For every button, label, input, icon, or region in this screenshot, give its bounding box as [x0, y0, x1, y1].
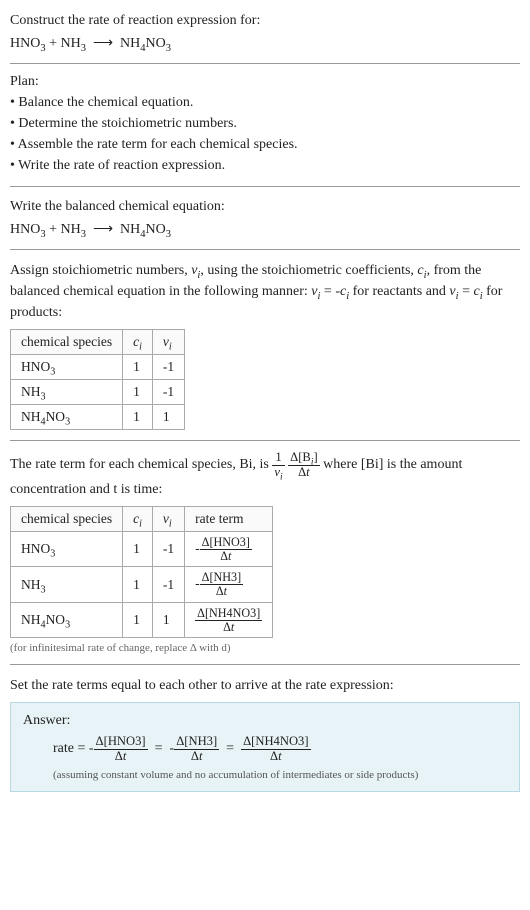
- table-row: HNO3 1 -1 -Δ[HNO3]Δt: [11, 531, 273, 567]
- final-title: Set the rate terms equal to each other t…: [10, 675, 520, 696]
- cell-species: NH4NO3: [11, 602, 123, 638]
- cell-ci: 1: [123, 567, 153, 603]
- cell-vi: -1: [152, 531, 184, 567]
- cell-ci: 1: [123, 380, 153, 405]
- answer-box: Answer: rate = -Δ[HNO3]Δt = -Δ[NH3]Δt = …: [10, 702, 520, 791]
- cell-vi: 1: [152, 405, 184, 430]
- rate-term-section: The rate term for each chemical species,…: [10, 451, 520, 654]
- stoich-section: Assign stoichiometric numbers, νi, using…: [10, 260, 520, 430]
- problem-prompt: Construct the rate of reaction expressio…: [10, 11, 520, 31]
- cell-species: HNO3: [11, 531, 123, 567]
- answer-label: Answer:: [23, 713, 507, 729]
- cell-rate: Δ[NH4NO3]Δt: [185, 602, 273, 638]
- divider: [10, 186, 520, 187]
- col-vi: νi: [152, 506, 184, 531]
- cell-species: NH3: [11, 380, 123, 405]
- table-header-row: chemical species ci νi rate term: [11, 506, 273, 531]
- cell-vi: -1: [152, 355, 184, 380]
- balanced-title: Write the balanced chemical equation:: [10, 197, 520, 217]
- plan-list: Balance the chemical equation. Determine…: [10, 92, 520, 176]
- divider: [10, 63, 520, 64]
- cell-ci: 1: [123, 405, 153, 430]
- cell-species: HNO3: [11, 355, 123, 380]
- cell-species: NH3: [11, 567, 123, 603]
- col-ci: ci: [123, 506, 153, 531]
- cell-ci: 1: [123, 531, 153, 567]
- balanced-equation: HNO3 + NH3 ⟶ NH4NO3: [10, 220, 520, 240]
- assumption-note: (assuming constant volume and no accumul…: [53, 769, 507, 781]
- col-ci: ci: [123, 330, 153, 355]
- cell-vi: -1: [152, 380, 184, 405]
- cell-species: NH4NO3: [11, 405, 123, 430]
- rate-expression: rate = -Δ[HNO3]Δt = -Δ[NH3]Δt = Δ[NH4NO3…: [53, 735, 507, 762]
- table-row: NH4NO3 1 1: [11, 405, 185, 430]
- divider: [10, 664, 520, 665]
- divider: [10, 440, 520, 441]
- plan-item: Balance the chemical equation.: [10, 92, 520, 113]
- problem-statement: Construct the rate of reaction expressio…: [10, 11, 520, 53]
- stoich-intro: Assign stoichiometric numbers, νi, using…: [10, 260, 520, 323]
- fraction: 1 νi: [272, 451, 284, 478]
- cell-rate: -Δ[HNO3]Δt: [185, 531, 273, 567]
- unbalanced-equation: HNO3 + NH3 ⟶ NH4NO3: [10, 34, 520, 54]
- col-rate: rate term: [185, 506, 273, 531]
- divider: [10, 249, 520, 250]
- table-header-row: chemical species ci νi: [11, 330, 185, 355]
- plan-item: Assemble the rate term for each chemical…: [10, 134, 520, 155]
- final-section: Set the rate terms equal to each other t…: [10, 675, 520, 791]
- rate-term-caption: (for infinitesimal rate of change, repla…: [10, 642, 520, 654]
- table-row: NH4NO3 1 1 Δ[NH4NO3]Δt: [11, 602, 273, 638]
- stoich-table: chemical species ci νi HNO3 1 -1 NH3 1 -…: [10, 329, 185, 430]
- cell-vi: -1: [152, 567, 184, 603]
- plan-item: Write the rate of reaction expression.: [10, 155, 520, 176]
- rate-term-intro-pre: The rate term for each chemical species,…: [10, 457, 272, 472]
- balanced-section: Write the balanced chemical equation: HN…: [10, 197, 520, 239]
- rate-term-table: chemical species ci νi rate term HNO3 1 …: [10, 506, 273, 639]
- cell-vi: 1: [152, 602, 184, 638]
- cell-ci: 1: [123, 355, 153, 380]
- col-vi: νi: [152, 330, 184, 355]
- fraction: Δ[Bi] Δt: [288, 451, 320, 478]
- table-row: NH3 1 -1 -Δ[NH3]Δt: [11, 567, 273, 603]
- cell-rate: -Δ[NH3]Δt: [185, 567, 273, 603]
- table-row: NH3 1 -1: [11, 380, 185, 405]
- col-species: chemical species: [11, 506, 123, 531]
- rate-term-intro: The rate term for each chemical species,…: [10, 451, 520, 499]
- plan-title: Plan:: [10, 74, 520, 90]
- plan-item: Determine the stoichiometric numbers.: [10, 113, 520, 134]
- col-species: chemical species: [11, 330, 123, 355]
- cell-ci: 1: [123, 602, 153, 638]
- plan-section: Plan: Balance the chemical equation. Det…: [10, 74, 520, 176]
- rate-label: rate =: [53, 741, 89, 756]
- table-row: HNO3 1 -1: [11, 355, 185, 380]
